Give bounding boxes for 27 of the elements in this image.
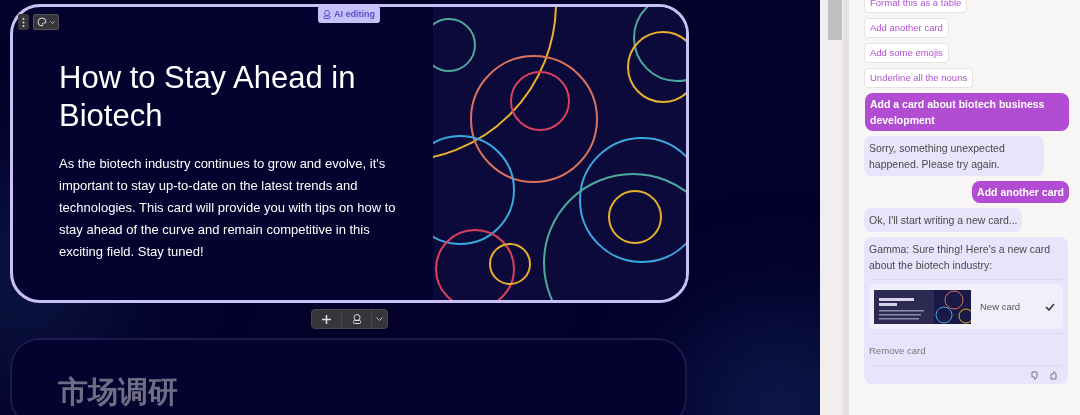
card-preview[interactable]: New card: [869, 284, 1063, 329]
menu-button[interactable]: [18, 14, 29, 30]
plus-icon: [322, 314, 331, 324]
card-body-text: As the biotech industry continues to grow and evolve, it's important to stay up-to-date on the latest trends and technologies. This card will provide you with tips on how to stay ahead of the curve and remain competitive in this exciting field. Stay tuned!: [59, 155, 397, 261]
chevron-down-icon: [376, 317, 383, 321]
suggestion-button[interactable]: Underline all the nouns: [864, 68, 974, 88]
robot-icon: [323, 10, 331, 19]
card-title: How to Stay Ahead in Biotech: [59, 59, 357, 135]
more-vertical-icon: [22, 17, 25, 27]
chat-message: Ok, I'll start writing a new card...: [864, 208, 1023, 232]
scrollbar-thumb[interactable]: [828, 0, 842, 40]
thumbs-down-icon[interactable]: [1031, 371, 1040, 380]
suggestion-button[interactable]: Add some emojis: [864, 43, 949, 63]
suggestion-button[interactable]: Add another card: [864, 18, 949, 38]
robot-icon: [351, 314, 362, 324]
theme-button[interactable]: [33, 14, 59, 30]
chat-message: Add a card about biotech business development: [865, 93, 1069, 131]
chat-message: Sorry, something unexpected happened. Please try again.: [864, 136, 1044, 176]
chevron-down-icon: [50, 20, 55, 24]
remove-card-button[interactable]: Remove card: [869, 343, 926, 359]
chat-message: Add another card: [972, 181, 1069, 203]
card-preview-label: New card: [980, 299, 1021, 314]
palette-icon: [37, 17, 47, 27]
thumbs-up-icon[interactable]: [1050, 371, 1059, 380]
card-title: 市场调研: [58, 373, 179, 411]
badge-label: AI editing: [334, 7, 375, 21]
chat-message-text: Gamma: Sure thing! Here's a new card about the biotech industry:: [869, 242, 1052, 273]
